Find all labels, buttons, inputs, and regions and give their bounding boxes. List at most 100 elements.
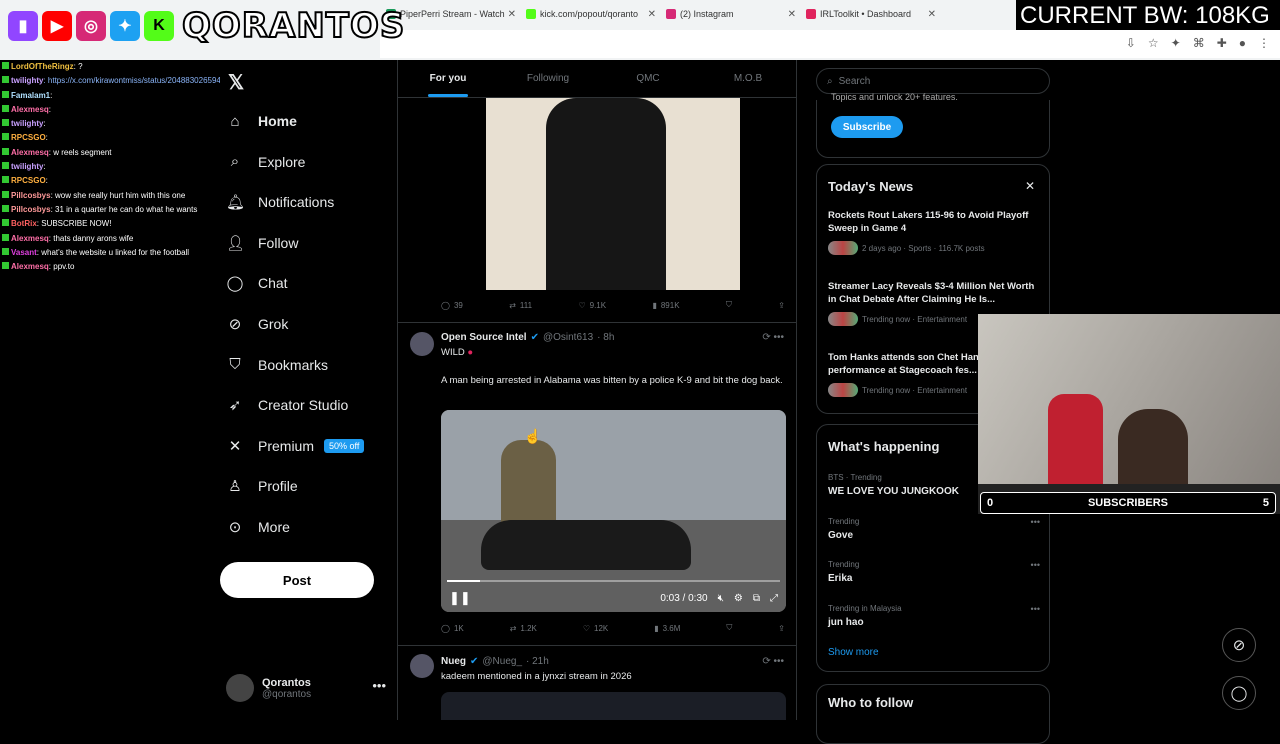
webcam-overlay: 0 SUBSCRIBERS 5	[978, 314, 1280, 514]
address-bar[interactable]: ⇩ ☆ ✦ ⌘ ✚ ● ⋮	[380, 30, 1280, 58]
share-icon: ⇪	[778, 623, 785, 633]
more-dots-icon[interactable]: ⟳ •••	[762, 656, 784, 667]
tab-for-you[interactable]: For you	[398, 60, 498, 97]
mute-icon[interactable]: 🔇︎	[718, 593, 724, 604]
author-handle[interactable]: @Nueg_	[482, 656, 522, 667]
more-dots-icon[interactable]: •••	[1031, 560, 1040, 570]
chat-message: Alexmesq:	[0, 103, 220, 117]
more-dots-icon[interactable]: •••	[1031, 604, 1040, 614]
bookmark-button[interactable]: ⛉	[726, 300, 732, 310]
reply-button[interactable]: ◯ 39	[441, 300, 463, 310]
author-handle[interactable]: @Osint613	[543, 332, 593, 343]
views-button[interactable]: ▮ 891K	[652, 300, 679, 310]
post-image[interactable]	[486, 98, 740, 290]
extension-icon[interactable]: ✦	[1171, 36, 1181, 50]
post-time: · 21h	[526, 656, 549, 667]
reply-button[interactable]: ◯ 1K	[441, 623, 464, 633]
trend-category: Trending	[828, 560, 860, 569]
close-icon[interactable]: ✕	[788, 9, 796, 20]
close-icon[interactable]: ✕	[508, 9, 516, 20]
grok-icon[interactable]: ⊘	[1222, 628, 1256, 662]
kick-badge-icon	[2, 262, 9, 270]
more-dots-icon[interactable]: ⟳ •••	[762, 332, 784, 343]
pip-icon[interactable]: ⧉	[753, 593, 760, 604]
tab-m-o-b[interactable]: M.O.B	[698, 60, 796, 97]
pause-icon[interactable]: ❚❚	[449, 590, 471, 606]
like-count: 9.1K	[589, 300, 607, 310]
chat-icon[interactable]: ◯	[1222, 676, 1256, 710]
trend-item[interactable]: Trending in Malaysia jun hao •••	[828, 604, 1040, 628]
avatar[interactable]	[410, 332, 434, 356]
settings-icon[interactable]: ⚙	[734, 593, 743, 604]
more-icon: ⊙	[228, 519, 242, 536]
browser-tab[interactable]: IRLToolkit • Dashboard ✕	[800, 3, 940, 25]
sidebar-item-premium[interactable]: ✕ Premium 50% off	[226, 431, 365, 461]
profile-avatar-icon[interactable]: ●	[1239, 36, 1246, 50]
sidebar-item-follow[interactable]: 👤︎ Follow	[226, 228, 298, 258]
sidebar-item-label: Home	[258, 113, 297, 129]
chat-username: RPCSGO	[11, 133, 46, 143]
twitter-icon: ✦	[110, 11, 140, 41]
chat-message: Famalam1:	[0, 89, 220, 103]
kick-badge-icon	[2, 133, 9, 141]
author-name[interactable]: Nueg	[441, 656, 466, 667]
search-input[interactable]: ⌕ Search	[816, 68, 1050, 94]
bookmark-button[interactable]: ⛉	[726, 623, 732, 633]
sidebar-item-chat[interactable]: ◯ Chat	[226, 268, 288, 298]
like-button[interactable]: ♡ 9.1K	[578, 300, 606, 310]
news-item[interactable]: Rockets Rout Lakers 115-96 to Avoid Play…	[828, 209, 1040, 255]
x-logo-icon[interactable]: 𝕏	[228, 70, 244, 95]
trend-name: Erika	[828, 573, 853, 584]
sidebar-item-grok[interactable]: ⊘ Grok	[226, 309, 289, 339]
more-dots-icon[interactable]: •••	[1031, 517, 1040, 527]
close-icon[interactable]: ✕	[1025, 179, 1035, 193]
views-button[interactable]: ▮ 3.6M	[654, 623, 680, 633]
extension-icon[interactable]: ⌘	[1193, 36, 1205, 50]
account-switcher[interactable]: Qorantos @qorantos •••	[226, 674, 386, 702]
show-more-link[interactable]: Show more	[828, 647, 879, 658]
avatar[interactable]	[410, 654, 434, 678]
chat-text: : w reels segment	[48, 147, 112, 157]
verified-icon: ✔	[530, 332, 539, 343]
browser-tab[interactable]: kick.com/popout/qoranto ✕	[520, 3, 660, 25]
tab-qmc[interactable]: QMC	[598, 60, 698, 97]
sidebar-item-notifications[interactable]: 🔔︎ Notifications	[226, 187, 334, 217]
puzzle-icon[interactable]: ✚	[1217, 36, 1227, 50]
post-button[interactable]: Post	[220, 562, 374, 598]
video-player[interactable]: ❚❚ 0:03 / 0:30 🔇︎ ⚙ ⧉ ⤢	[441, 410, 786, 612]
post-image[interactable]	[441, 692, 786, 720]
author-name[interactable]: Open Source Intel	[441, 332, 527, 343]
bookmark-icon: ⛉	[725, 300, 732, 309]
close-icon[interactable]: ✕	[928, 9, 936, 20]
like-button[interactable]: ♡ 12K	[583, 623, 608, 633]
fullscreen-icon[interactable]: ⤢	[770, 593, 778, 604]
more-dots-icon[interactable]: •••	[372, 678, 386, 693]
webcam-frame	[1118, 409, 1188, 484]
share-button[interactable]: ⇪	[778, 300, 785, 310]
close-icon[interactable]: ✕	[648, 9, 656, 20]
share-button[interactable]: ⇪	[778, 623, 785, 633]
trend-category: Trending	[828, 516, 860, 526]
sidebar-item-more[interactable]: ⊙ More	[226, 512, 290, 542]
install-icon[interactable]: ⇩	[1126, 36, 1136, 50]
video-progress[interactable]	[447, 580, 780, 582]
sidebar-item-profile[interactable]: ♙ Profile	[226, 471, 297, 501]
sidebar-item-creator-studio[interactable]: ➶ Creator Studio	[226, 390, 349, 420]
repost-button[interactable]: ⇄ 1.2K	[510, 623, 537, 633]
star-icon[interactable]: ☆	[1148, 36, 1159, 50]
chat-username: Vasant	[11, 247, 37, 257]
sidebar-item-explore[interactable]: ⌕ Explore	[226, 147, 306, 177]
sidebar-item-home[interactable]: ⌂ Home	[226, 106, 297, 136]
tab-following[interactable]: Following	[498, 60, 598, 97]
repost-button[interactable]: ⇄ 111	[509, 300, 532, 310]
trend-item[interactable]: Trending Gove •••	[828, 517, 1040, 541]
browser-tab[interactable]: (2) Instagram ✕	[660, 3, 800, 25]
stream-overlay-logos: ▮ ▶ ◎ ✦ K QORANTOS	[8, 5, 405, 47]
trend-item[interactable]: Trending Erika •••	[828, 560, 1040, 584]
menu-icon[interactable]: ⋮	[1258, 36, 1270, 50]
subscribe-button[interactable]: Subscribe	[831, 116, 903, 138]
news-headline: Streamer Lacy Reveals $3-4 Million Net W…	[828, 281, 1035, 305]
sidebar-item-bookmarks[interactable]: ⛉ Bookmarks	[226, 350, 328, 380]
chat-message: twilighty:	[0, 117, 220, 131]
tab-strip: PiperPerri Stream - Watch ✕ kick.com/popou…	[380, 3, 940, 27]
